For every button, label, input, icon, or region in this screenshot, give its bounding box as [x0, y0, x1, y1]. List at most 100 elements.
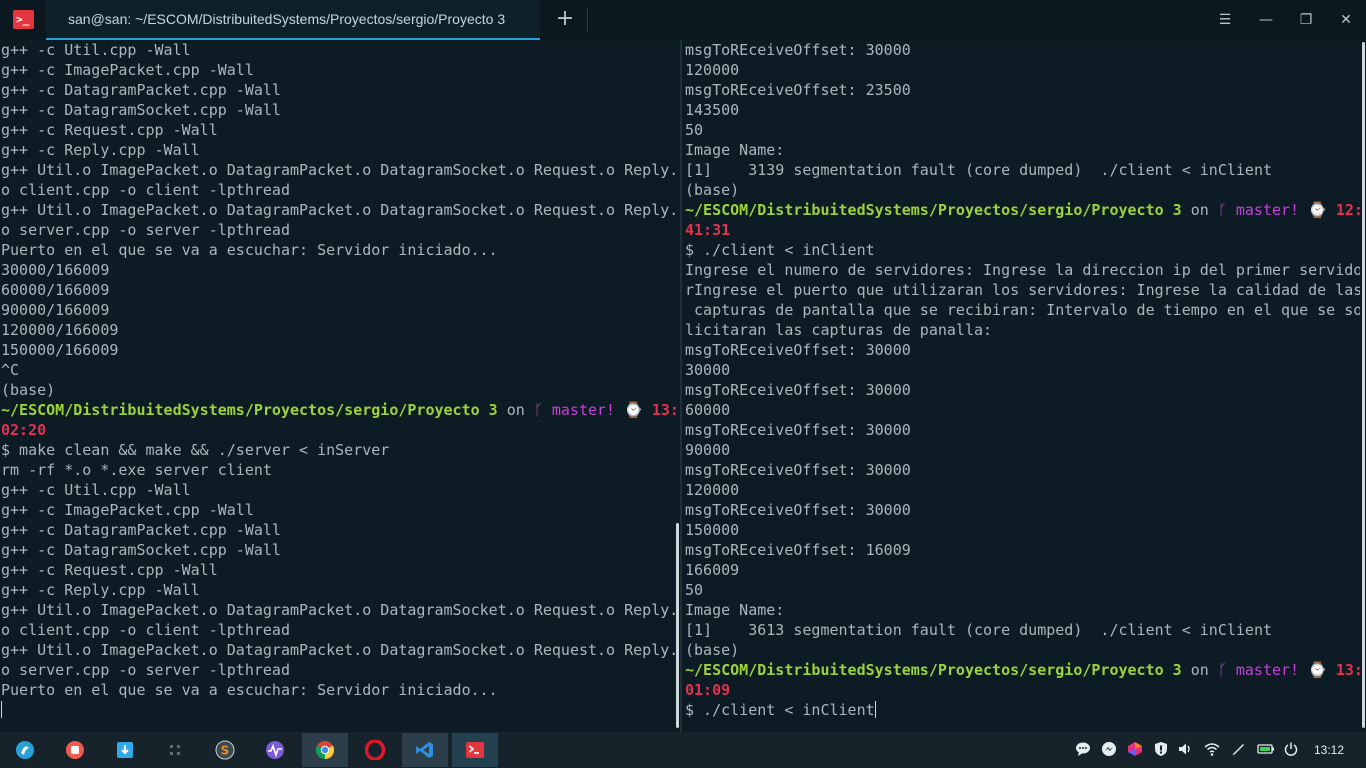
- taskbar-launcher[interactable]: [2, 733, 48, 767]
- terminal-output-line: msgToREceiveOffset: 30000: [685, 341, 911, 359]
- terminal-output-line: [1] 3139 segmentation fault (core dumped…: [685, 161, 1272, 179]
- tab-title: san@san: ~/ESCOM/DistribuitedSystems/Pro…: [68, 11, 506, 27]
- tab-terminal[interactable]: san@san: ~/ESCOM/DistribuitedSystems/Pro…: [46, 0, 540, 40]
- terminal-output-line: g++ -c Reply.cpp -Wall: [1, 141, 200, 159]
- shell-prompt-time: 41:31: [683, 220, 1360, 240]
- battery-icon[interactable]: [1257, 741, 1274, 757]
- jetbrains-toolbox-icon[interactable]: [1127, 741, 1143, 757]
- terminal-output-line: 166009: [685, 561, 740, 579]
- terminal-output-line: Image Name:: [685, 601, 785, 619]
- terminal-output-line: g++ -c Util.cpp -Wall: [1, 41, 191, 59]
- prompt-time: 13:: [1335, 661, 1360, 679]
- terminal-output-line: 150000: [685, 521, 740, 539]
- prompt-path: ~/ESCOM/DistribuitedSystems/Proyectos/se…: [685, 661, 1182, 679]
- clock-icon: ⌚: [1308, 201, 1327, 219]
- left-output-top: g++ -c Util.cpp -Wall g++ -c ImagePacket.…: [0, 40, 676, 400]
- terminal-output-line: (base): [1, 381, 56, 399]
- pane-divider[interactable]: [680, 40, 682, 732]
- prompt-time-cont: 41:31: [685, 221, 731, 239]
- input-line[interactable]: [0, 700, 676, 720]
- clock-icon: ⌚: [624, 401, 643, 419]
- terminal-output-line: o server.cpp -o server -lpthread: [1, 661, 290, 679]
- terminal-output-line: g++ -c DatagramSocket.cpp -Wall: [1, 541, 281, 559]
- terminal-pane-left[interactable]: g++ -c Util.cpp -Wall g++ -c ImagePacket.…: [0, 40, 676, 732]
- title-bar: >_ san@san: ~/ESCOM/DistribuitedSystems/…: [0, 0, 1366, 40]
- taskbar-terminal[interactable]: [452, 733, 498, 767]
- pen-tool-icon[interactable]: [1230, 741, 1246, 757]
- taskbar-screen-recorder[interactable]: [52, 733, 98, 767]
- terminal-output-line: ^C: [1, 361, 20, 379]
- terminal-icon: [466, 742, 484, 758]
- terminal-output-line: g++ -c DatagramSocket.cpp -Wall: [1, 101, 281, 119]
- security-shield-icon[interactable]: [1153, 741, 1169, 757]
- taskbar-workspace-grid[interactable]: [152, 733, 198, 767]
- system-monitor-icon: [266, 741, 284, 759]
- screen-recorder-icon: [66, 741, 84, 759]
- input-line[interactable]: $ ./client < inClient: [683, 700, 1360, 720]
- right-output-top: msgToREceiveOffset: 30000 120000 msgToREce…: [683, 40, 1360, 200]
- close-button[interactable]: ✕: [1335, 9, 1357, 31]
- git-branch-icon: ᚴ: [1217, 661, 1227, 679]
- terminal-output-line: licitaran las capturas de panalla:: [685, 321, 993, 339]
- terminal-output-line: msgToREceiveOffset: 30000: [685, 41, 911, 59]
- taskbar: S 13:12: [0, 732, 1366, 768]
- git-branch-icon: ᚴ: [1217, 201, 1227, 219]
- shell-prompt-time: 02:20: [0, 420, 676, 440]
- taskbar-clock[interactable]: 13:12: [1314, 732, 1344, 768]
- terminal-output-line: msgToREceiveOffset: 30000: [685, 461, 911, 479]
- terminal-app-icon[interactable]: >_: [13, 10, 34, 29]
- sublime-text-icon: S: [215, 740, 235, 760]
- terminal-output-line: capturas de pantalla que se recibiran: I…: [685, 301, 1360, 319]
- scrollbar-right[interactable]: [1362, 42, 1365, 728]
- terminal-output-line: g++ -c DatagramPacket.cpp -Wall: [1, 521, 281, 539]
- taskbar-app-store[interactable]: [102, 733, 148, 767]
- text-cursor: [1, 701, 2, 718]
- terminal-output-line: 143500: [685, 101, 740, 119]
- terminal-output-line: 120000: [685, 481, 740, 499]
- text-cursor: [874, 701, 876, 718]
- terminal-output-line: (base): [685, 641, 740, 659]
- menu-icon[interactable]: ☰: [1214, 9, 1236, 31]
- taskbar-chrome[interactable]: [302, 733, 348, 767]
- shell-prompt: ~/ESCOM/DistribuitedSystems/Proyectos/se…: [683, 660, 1360, 680]
- terminal-output-line: msgToREceiveOffset: 30000: [685, 501, 911, 519]
- terminal-output-line: g++ Util.o ImagePacket.o DatagramPacket.…: [1, 601, 676, 619]
- taskbar-system-monitor[interactable]: [252, 733, 298, 767]
- prompt-time: 12:: [1335, 201, 1360, 219]
- prompt-time-cont: 01:09: [685, 681, 731, 699]
- messenger-icon[interactable]: [1101, 741, 1117, 757]
- maximize-button[interactable]: ❐: [1295, 9, 1317, 31]
- terminal-output-line: 30000/166009: [1, 261, 110, 279]
- new-tab-button[interactable]: +: [552, 6, 578, 32]
- taskbar-opera[interactable]: [352, 733, 398, 767]
- prompt-path: ~/ESCOM/DistribuitedSystems/Proyectos/se…: [1, 401, 498, 419]
- terminal-output-line: o server.cpp -o server -lpthread: [1, 221, 290, 239]
- opera-icon: [365, 740, 385, 760]
- terminal-output-line: rIngrese el puerto que utilizaran los se…: [685, 281, 1360, 299]
- terminal-output-line: 120000: [685, 61, 740, 79]
- terminal-output-line: 90000: [685, 441, 731, 459]
- terminal-pane-right[interactable]: msgToREceiveOffset: 30000 120000 msgToREce…: [683, 40, 1360, 732]
- workspace-grid-icon: [170, 745, 180, 755]
- terminal-output-line: g++ -c Request.cpp -Wall: [1, 561, 218, 579]
- power-icon[interactable]: [1283, 741, 1299, 757]
- terminal-output-line: [1] 3613 segmentation fault (core dumped…: [685, 621, 1272, 639]
- terminal-output-line: msgToREceiveOffset: 30000: [685, 421, 911, 439]
- terminal-output-line: (base): [685, 181, 740, 199]
- terminal-output-line: g++ -c Reply.cpp -Wall: [1, 581, 200, 599]
- taskbar-sublime-text[interactable]: S: [202, 733, 248, 767]
- volume-icon[interactable]: [1177, 741, 1193, 757]
- chrome-icon: [315, 741, 335, 759]
- terminal-output-line: $ ./client < inClient: [685, 241, 875, 259]
- chat-icon[interactable]: [1075, 741, 1091, 757]
- minimize-button[interactable]: —: [1255, 9, 1277, 31]
- scrollbar-left[interactable]: [676, 523, 679, 728]
- terminal-output-line: o client.cpp -o client -lpthread: [1, 181, 290, 199]
- taskbar-vscode[interactable]: [402, 733, 448, 767]
- wifi-icon[interactable]: [1204, 741, 1220, 757]
- prompt-path: ~/ESCOM/DistribuitedSystems/Proyectos/se…: [685, 201, 1182, 219]
- svg-text:S: S: [221, 744, 230, 758]
- terminal-output-line: g++ -c DatagramPacket.cpp -Wall: [1, 81, 281, 99]
- terminal-output-line: g++ Util.o ImagePacket.o DatagramPacket.…: [1, 641, 676, 659]
- terminal-output-line: $ make clean && make && ./server < inSer…: [1, 441, 390, 459]
